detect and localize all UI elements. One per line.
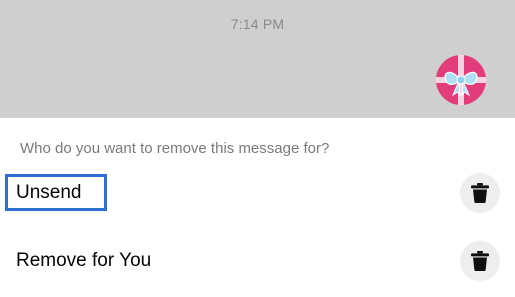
unsend-label: Unsend [16, 182, 82, 203]
trash-icon [471, 183, 489, 203]
remove-for-you-label: Remove for You [16, 250, 152, 271]
remove-for-you-trash-button[interactable] [460, 241, 500, 281]
gift-bow-sticker-icon[interactable] [436, 55, 486, 105]
remove-message-screen: 7:14 PM Who do you want to remove this m… [0, 0, 515, 297]
remove-for-you-option[interactable]: Remove for You [0, 235, 515, 291]
unsend-trash-button[interactable] [460, 173, 500, 213]
chat-area: 7:14 PM [0, 0, 515, 118]
unsend-option[interactable]: Unsend [0, 167, 515, 223]
remove-options-sheet: Who do you want to remove this message f… [0, 118, 515, 297]
message-timestamp: 7:14 PM [230, 16, 285, 32]
remove-prompt: Who do you want to remove this message f… [20, 140, 330, 157]
trash-icon [471, 251, 489, 271]
